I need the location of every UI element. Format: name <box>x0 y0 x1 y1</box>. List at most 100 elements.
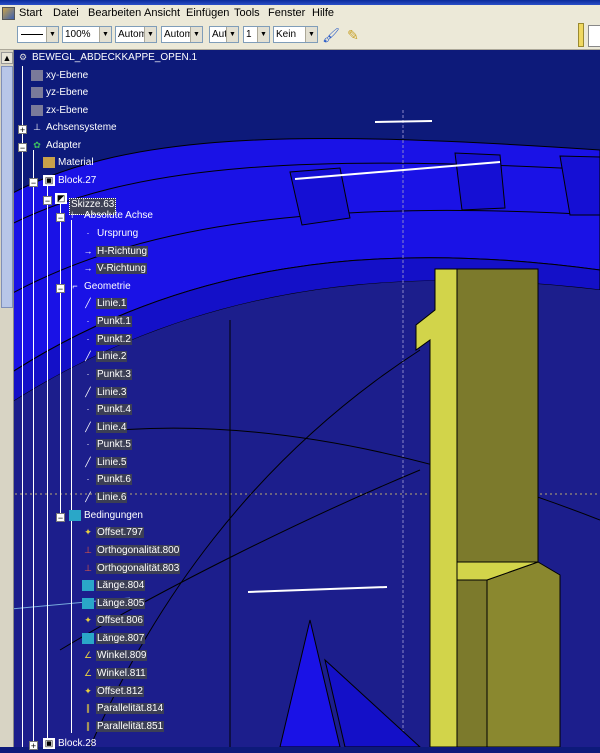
tree-item[interactable]: Bedingungen <box>69 510 144 525</box>
tree-item[interactable]: ⊢ Absolute Achse <box>69 210 154 225</box>
tree-item[interactable]: ⌐ Geometrie <box>69 281 132 296</box>
tree-item[interactable]: · Punkt.4 <box>82 404 132 419</box>
tree-item[interactable]: ✦ Offset.797 <box>82 527 144 542</box>
perpendicular-constraint-icon: ⊥ <box>84 563 92 573</box>
tree-item[interactable]: xy-Ebene <box>31 70 89 85</box>
tree-item[interactable]: Länge.804 <box>82 580 146 595</box>
tree-connector <box>71 220 72 520</box>
expand-toggle[interactable]: + <box>18 125 27 135</box>
tree-item[interactable]: ∠ Winkel.811 <box>82 668 147 683</box>
length-constraint-icon <box>82 580 94 591</box>
tree-item[interactable]: yz-Ebene <box>31 87 89 102</box>
plane-icon <box>31 70 43 81</box>
plane-icon <box>31 105 43 116</box>
thickness-select[interactable]: Aut ▼ <box>209 26 239 43</box>
collapse-toggle[interactable]: − <box>56 213 65 223</box>
menu-hilfe[interactable]: Hilfe <box>312 7 334 19</box>
menu-bar: Start Datei Bearbeiten Ansicht Einfügen … <box>0 5 600 21</box>
tree-item[interactable]: · Punkt.1 <box>82 316 132 331</box>
line-style-select[interactable]: ▼ <box>17 26 59 43</box>
tree-item[interactable]: ∥ Parallelität.851 <box>82 721 165 736</box>
tree-item[interactable]: Länge.807 <box>82 633 146 648</box>
material-icon <box>43 157 55 168</box>
chevron-down-icon[interactable]: ▼ <box>257 27 269 42</box>
angle-constraint-icon: ∠ <box>83 668 93 678</box>
point-icon: · <box>86 316 90 326</box>
tree-item[interactable]: ⊥ Orthogonalität.800 <box>82 545 181 560</box>
expand-toggle[interactable]: + <box>29 741 38 751</box>
app-menu-icon[interactable] <box>2 7 15 20</box>
menu-tools[interactable]: Tools <box>234 7 260 19</box>
line-icon: ╱ <box>85 492 91 502</box>
layer-select[interactable]: 1 ▼ <box>243 26 270 43</box>
chevron-down-icon[interactable]: ▼ <box>99 27 111 42</box>
toolbar-grip[interactable] <box>578 23 584 47</box>
tree-item[interactable]: ✦ Offset.812 <box>82 686 144 701</box>
offset-constraint-icon: ✦ <box>84 527 92 537</box>
tree-item[interactable]: ▣ Block.27 <box>43 175 97 190</box>
menu-fenster[interactable]: Fenster <box>268 7 305 19</box>
tree-root[interactable]: ⚙ BEWEGL_ABDECKKAPPE_OPEN.1 <box>17 52 198 67</box>
tree-item[interactable]: ∥ Parallelität.814 <box>82 703 165 718</box>
tree-connector <box>22 66 23 747</box>
geometry-icon: ⌐ <box>72 281 78 291</box>
tree-item[interactable]: ╱ Linie.3 <box>82 387 128 402</box>
tree-connector <box>71 520 72 733</box>
tree-item[interactable]: ∠ Winkel.809 <box>82 650 148 665</box>
chevron-down-icon[interactable]: ▼ <box>305 27 317 42</box>
plane-icon <box>31 87 43 98</box>
tree-item[interactable]: ╱ Linie.6 <box>82 492 128 507</box>
chevron-down-icon[interactable]: ▼ <box>226 27 238 42</box>
tree-item[interactable]: Länge.805 <box>82 598 146 613</box>
tree-item[interactable]: → V-Richtung <box>82 263 147 278</box>
tree-item[interactable]: ▣ Block.28 <box>43 738 97 753</box>
tree-item[interactable]: ╱ Linie.1 <box>82 298 128 313</box>
tree-item[interactable]: ✿ Adapter <box>31 140 82 155</box>
line-icon: ╱ <box>85 457 91 467</box>
tree-item[interactable]: · Ursprung <box>82 228 139 243</box>
pad-icon: ▣ <box>43 738 55 749</box>
axis-icon: ⊢ <box>71 210 79 220</box>
collapse-toggle[interactable]: − <box>56 513 65 523</box>
tree-item[interactable]: · Punkt.2 <box>82 334 132 349</box>
direction-icon: → <box>83 246 93 256</box>
collapse-toggle[interactable]: − <box>56 284 65 294</box>
collapse-toggle[interactable]: − <box>43 196 52 206</box>
collapse-toggle[interactable]: − <box>29 178 38 188</box>
color-b-select[interactable]: Automa ▼ <box>161 26 203 43</box>
tree-connector <box>60 203 61 518</box>
zoom-select[interactable]: 100% ▼ <box>62 26 112 43</box>
chevron-down-icon[interactable]: ▼ <box>190 27 202 42</box>
tree-item[interactable]: ╱ Linie.4 <box>82 422 128 437</box>
chevron-down-icon[interactable]: ▼ <box>46 27 58 42</box>
menu-datei[interactable]: Datei <box>53 7 79 19</box>
chevron-down-icon[interactable]: ▼ <box>144 27 156 42</box>
collapse-toggle[interactable]: − <box>18 143 27 153</box>
tree-item[interactable]: · Punkt.3 <box>82 369 132 384</box>
tree-item[interactable]: ◩ Skizze.63 <box>55 193 117 215</box>
tree-item[interactable]: · Punkt.5 <box>82 439 132 454</box>
menu-einfuegen[interactable]: Einfügen <box>186 7 229 19</box>
tree-item[interactable]: ✦ Offset.806 <box>82 615 144 630</box>
paint-roller-icon[interactable]: 🖌 <box>321 25 341 45</box>
menu-start[interactable]: Start <box>19 7 42 19</box>
sketch-icon: ◩ <box>55 193 67 204</box>
tree-item[interactable]: · Punkt.6 <box>82 474 132 489</box>
toolbar-overflow-field[interactable] <box>588 25 600 47</box>
filter-select[interactable]: Kein ▼ <box>273 26 318 43</box>
tree-item[interactable]: → H-Richtung <box>82 246 149 261</box>
menu-bearbeiten[interactable]: Bearbeiten <box>88 7 141 19</box>
tree-item[interactable]: Material <box>43 157 95 172</box>
tree-item[interactable]: ⊥ Orthogonalität.803 <box>82 563 181 578</box>
tree-item[interactable]: zx-Ebene <box>31 105 89 120</box>
offset-constraint-icon: ✦ <box>84 615 92 625</box>
tree-item[interactable]: ⊥ Achsensysteme <box>31 122 118 137</box>
constraints-icon <box>69 510 81 521</box>
point-icon: · <box>86 404 90 414</box>
color-a-select[interactable]: Automa ▼ <box>115 26 157 43</box>
tree-item[interactable]: ╱ Linie.5 <box>82 457 128 472</box>
format-brush-icon[interactable]: ✎ <box>343 25 363 45</box>
tree-item[interactable]: ╱ Linie.2 <box>82 351 128 366</box>
point-icon: · <box>86 474 90 484</box>
menu-ansicht[interactable]: Ansicht <box>144 7 180 19</box>
